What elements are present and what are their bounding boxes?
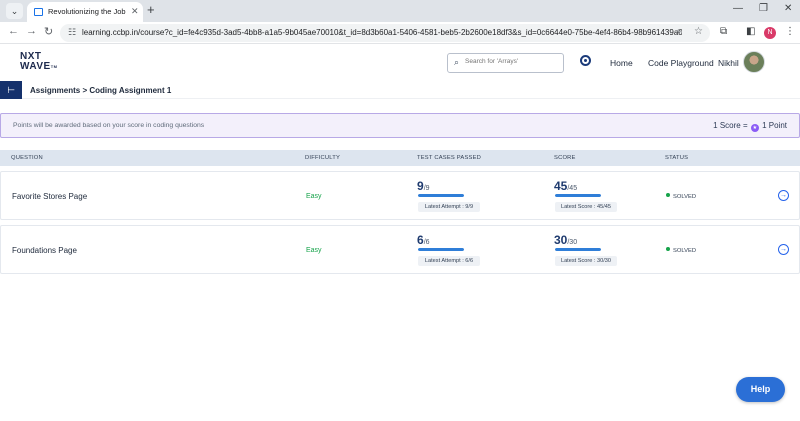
- status-badge: SOLVED: [666, 193, 696, 200]
- url-text[interactable]: learning.ccbp.in/course?c_id=fe4c935d-3a…: [82, 28, 682, 37]
- tests-total: /6: [423, 239, 430, 246]
- tab-favicon-icon: [34, 8, 43, 16]
- score-progress-bar: [555, 248, 601, 251]
- tests-passed-value: 6/6: [417, 233, 430, 247]
- browser-menu-icon[interactable]: ⋮: [785, 26, 795, 37]
- table-header: QUESTION DIFFICULTY TEST CASES PASSED SC…: [0, 150, 800, 166]
- browser-toolbar: ← → ↻ ☷ learning.ccbp.in/course?c_id=fe4…: [0, 22, 800, 44]
- tests-progress-fill: [418, 194, 464, 197]
- minimize-icon[interactable]: —: [733, 3, 743, 14]
- latest-attempt-pill: Latest Attempt : 6/6: [418, 256, 480, 266]
- search-input[interactable]: [465, 58, 561, 65]
- tests-progress-bar: [418, 194, 464, 197]
- breadcrumb-bar: ⊢ Assignments > Coding Assignment 1: [0, 81, 800, 99]
- side-panel-icon[interactable]: ◧: [746, 26, 755, 37]
- status-dot-icon: [666, 193, 670, 197]
- tests-passed-value: 9/9: [417, 179, 430, 193]
- score-total: /45: [567, 185, 578, 192]
- score-total: /30: [567, 239, 578, 246]
- header-difficulty: DIFFICULTY: [305, 155, 341, 161]
- address-bar[interactable]: ☷ learning.ccbp.in/course?c_id=fe4c935d-…: [60, 24, 710, 42]
- tab-close-icon[interactable]: ✕: [131, 6, 139, 17]
- open-question-arrow-icon[interactable]: →: [778, 190, 789, 201]
- nav-code-playground-link[interactable]: Code Playground: [648, 58, 714, 68]
- site-header: NXT WAVETM ⌕ Home Code Playground Nikhil: [0, 44, 800, 82]
- tab-search-chevron-icon[interactable]: ⌄: [6, 3, 23, 19]
- restore-icon[interactable]: ❐: [759, 3, 768, 14]
- score-value: 45/45: [554, 179, 578, 193]
- back-arrow-icon[interactable]: ←: [8, 25, 19, 37]
- status-badge: SOLVED: [666, 247, 696, 254]
- tab-title: Revolutionizing the Job Market: [48, 7, 128, 16]
- status-dot-icon: [666, 247, 670, 251]
- extensions-icon[interactable]: ⧉: [720, 26, 727, 37]
- new-tab-plus-icon[interactable]: +: [147, 2, 155, 17]
- tests-progress-fill: [418, 248, 464, 251]
- header-score: SCORE: [554, 155, 576, 161]
- logo-line-2: WAVE: [20, 61, 51, 72]
- breadcrumb[interactable]: Assignments > Coding Assignment 1: [30, 86, 171, 95]
- latest-score-pill: Latest Score : 45/45: [555, 202, 617, 212]
- score-progress-fill: [555, 194, 601, 197]
- header-status: STATUS: [665, 155, 689, 161]
- difficulty-badge: Easy: [306, 247, 322, 254]
- nav-home-link[interactable]: Home: [610, 58, 633, 68]
- points-label: 1 Point: [762, 121, 787, 130]
- streak-target-icon[interactable]: [580, 55, 591, 66]
- bookmark-star-icon[interactable]: ☆: [694, 26, 703, 37]
- points-info-banner: Points will be awarded based on your sco…: [0, 113, 800, 138]
- search-icon: ⌕: [454, 57, 460, 67]
- search-box[interactable]: ⌕: [447, 53, 564, 73]
- question-name[interactable]: Favorite Stores Page: [12, 192, 87, 201]
- reload-icon[interactable]: ↻: [44, 25, 53, 38]
- points-coin-icon: ★: [750, 124, 759, 132]
- zoom-icon[interactable]: ⌕: [676, 26, 682, 37]
- score-label: 1 Score =: [713, 121, 748, 130]
- site-settings-icon[interactable]: ☷: [68, 27, 76, 38]
- table-row[interactable]: Favorite Stores Page Easy 9/9 Latest Att…: [0, 171, 800, 220]
- score-conversion: 1 Score = ★ 1 Point: [713, 121, 787, 132]
- score-progress-fill: [555, 248, 601, 251]
- user-name[interactable]: Nikhil: [718, 58, 739, 68]
- score-value: 30/30: [554, 233, 578, 247]
- sidebar-toggle-icon[interactable]: ⊢: [0, 81, 22, 99]
- forward-arrow-icon[interactable]: →: [26, 25, 37, 37]
- banner-text: Points will be awarded based on your sco…: [13, 122, 205, 129]
- latest-score-pill: Latest Score : 30/30: [555, 256, 617, 266]
- open-question-arrow-icon[interactable]: →: [778, 244, 789, 255]
- tests-total: /9: [423, 185, 430, 192]
- score-progress-bar: [555, 194, 601, 197]
- browser-tab-strip: ⌄ Revolutionizing the Job Market ✕ + — ❐…: [0, 0, 800, 22]
- header-test-cases: TEST CASES PASSED: [417, 155, 482, 161]
- difficulty-badge: Easy: [306, 193, 322, 200]
- question-name[interactable]: Foundations Page: [12, 246, 77, 255]
- tests-progress-bar: [418, 248, 464, 251]
- nxtwave-logo[interactable]: NXT WAVETM: [20, 52, 58, 72]
- window-close-icon[interactable]: ✕: [784, 3, 792, 14]
- table-row[interactable]: Foundations Page Easy 6/6 Latest Attempt…: [0, 225, 800, 274]
- latest-attempt-pill: Latest Attempt : 9/9: [418, 202, 480, 212]
- browser-tab[interactable]: Revolutionizing the Job Market ✕: [27, 2, 143, 22]
- user-avatar[interactable]: [743, 51, 765, 73]
- header-question: QUESTION: [11, 155, 43, 161]
- browser-profile-avatar[interactable]: N: [764, 27, 776, 39]
- help-button[interactable]: Help: [736, 377, 785, 402]
- logo-trademark: TM: [50, 64, 58, 69]
